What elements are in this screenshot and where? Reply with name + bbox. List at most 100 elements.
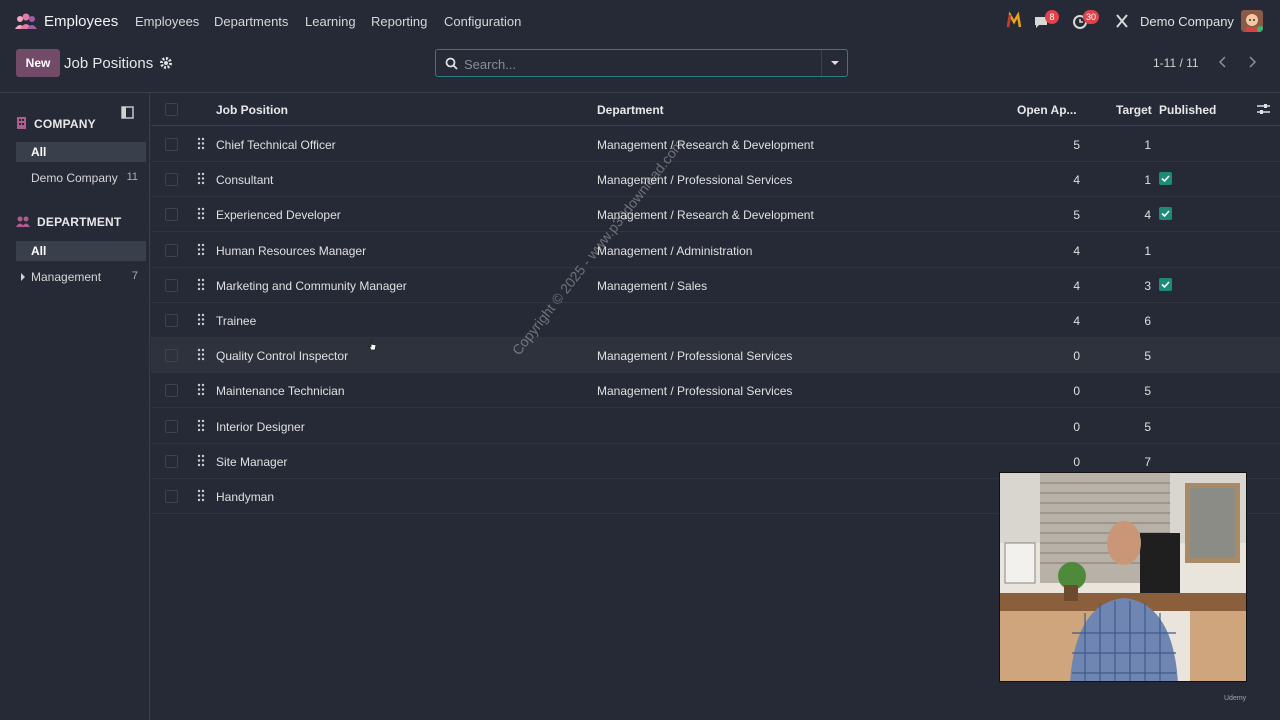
pager-value[interactable]: 1-11 / 11 (1153, 56, 1199, 70)
table-row[interactable]: Human Resources Manager Management / Admi… (151, 233, 1280, 268)
instructor-video-overlay (999, 472, 1247, 682)
table-row[interactable]: Marketing and Community Manager Managemen… (151, 268, 1280, 303)
cell-target: 5 (1144, 419, 1151, 434)
drag-handle-icon[interactable] (197, 489, 205, 502)
company-heading: COMPANY (34, 117, 96, 131)
drag-handle-icon[interactable] (197, 313, 205, 326)
search-input[interactable] (464, 55, 814, 73)
filter-count: 7 (131, 270, 138, 282)
cell-target: 5 (1144, 384, 1151, 399)
menu-employees[interactable]: Employees (135, 14, 199, 29)
row-checkbox[interactable] (165, 384, 178, 398)
odoo-m-icon[interactable] (1006, 11, 1022, 31)
top-navbar: Employees Employees Departments Learning… (0, 0, 1280, 42)
row-checkbox[interactable] (165, 314, 178, 327)
table-row[interactable]: Experienced Developer Management / Resear… (151, 197, 1280, 233)
menu-departments[interactable]: Departments (214, 14, 288, 29)
row-checkbox[interactable] (165, 490, 178, 503)
cell-target: 6 (1144, 314, 1151, 328)
col-target[interactable]: Target (1116, 103, 1152, 117)
cell-job-position: Interior Designer (216, 419, 305, 434)
company-filter-demo-company[interactable]: Demo Company 11 (16, 168, 146, 188)
table-row[interactable]: Interior Designer 0 5 (151, 409, 1280, 444)
drag-handle-icon[interactable] (197, 278, 205, 291)
menu-configuration[interactable]: Configuration (444, 14, 521, 29)
app-name[interactable]: Employees (44, 13, 118, 30)
row-checkbox[interactable] (165, 138, 178, 151)
col-open-applications[interactable]: Open Ap... (1017, 103, 1077, 117)
caret-down-icon (831, 61, 839, 65)
cell-open-applications: 5 (1073, 208, 1080, 223)
cell-department: Management / Sales (597, 278, 708, 293)
table-row[interactable]: Consultant Management / Professional Serv… (151, 162, 1280, 198)
col-job-position[interactable]: Job Position (216, 103, 288, 117)
cell-open-applications: 4 (1073, 314, 1080, 328)
new-button[interactable]: New (16, 49, 60, 77)
published-check-icon[interactable] (1159, 172, 1172, 186)
drag-handle-icon[interactable] (197, 172, 205, 185)
caret-right-icon[interactable] (20, 273, 26, 281)
activity-badge: 30 (1083, 10, 1100, 24)
row-checkbox[interactable] (165, 173, 178, 187)
drag-handle-icon[interactable] (197, 243, 205, 256)
cell-open-applications: 5 (1073, 138, 1080, 152)
table-row[interactable]: Trainee 4 6 (151, 303, 1280, 338)
chevron-right-icon[interactable] (1244, 54, 1260, 70)
cell-open-applications: 4 (1073, 243, 1080, 258)
instructor-video-frame (1000, 473, 1246, 681)
table-row[interactable]: Maintenance Technician Management / Profe… (151, 373, 1280, 409)
search-icon (445, 57, 458, 70)
cell-open-applications: 4 (1073, 278, 1080, 293)
user-avatar[interactable] (1241, 10, 1263, 32)
cell-job-position: Quality Control Inspector (216, 349, 349, 364)
row-checkbox[interactable] (165, 349, 178, 363)
select-all-checkbox[interactable] (165, 103, 178, 116)
row-checkbox[interactable] (165, 208, 178, 222)
table-row[interactable]: Quality Control Inspector Management / Pr… (151, 338, 1280, 374)
drag-handle-icon[interactable] (197, 383, 205, 396)
row-checkbox[interactable] (165, 419, 178, 433)
filter-label: Demo Company (31, 171, 118, 185)
search-options-toggle[interactable] (821, 50, 847, 76)
department-filter-all[interactable]: All (16, 241, 146, 261)
row-checkbox[interactable] (165, 454, 178, 468)
drag-handle-icon[interactable] (197, 137, 205, 150)
building-icon (17, 117, 26, 129)
collapse-panel-icon[interactable] (121, 106, 134, 119)
col-published[interactable]: Published (1159, 103, 1216, 117)
mouse-cursor-icon (368, 339, 377, 351)
table-header: Job Position Department Open Ap... Targe… (151, 93, 1280, 126)
company-switcher[interactable]: Demo Company (1140, 14, 1234, 29)
cell-job-position: Chief Technical Officer (216, 138, 336, 152)
row-checkbox[interactable] (165, 278, 178, 292)
row-checkbox[interactable] (165, 243, 178, 257)
department-filter-management[interactable]: Management 7 (16, 267, 146, 287)
cell-target: 4 (1144, 208, 1151, 223)
drag-handle-icon[interactable] (197, 348, 205, 361)
employees-app-icon[interactable] (14, 12, 38, 30)
tools-icon[interactable] (1114, 11, 1130, 31)
menu-reporting[interactable]: Reporting (371, 14, 427, 29)
drag-handle-icon[interactable] (197, 207, 205, 220)
published-check-icon[interactable] (1159, 207, 1172, 221)
drag-handle-icon[interactable] (197, 454, 205, 467)
chevron-left-icon[interactable] (1215, 54, 1231, 70)
drag-handle-icon[interactable] (197, 419, 205, 432)
menu-learning[interactable]: Learning (305, 14, 356, 29)
col-department[interactable]: Department (597, 103, 664, 117)
cell-open-applications: 4 (1073, 173, 1080, 188)
optional-columns-icon[interactable] (1257, 103, 1270, 116)
search-bar[interactable] (435, 49, 848, 77)
filter-label: All (31, 145, 47, 159)
filter-count: 11 (126, 171, 138, 183)
table-row[interactable]: Chief Technical Officer Management / Rese… (151, 127, 1280, 162)
cell-department: Management / Research & Development (597, 138, 814, 152)
cell-job-position: Site Manager (216, 454, 288, 469)
cell-job-position: Handyman (216, 490, 275, 504)
gear-icon[interactable] (159, 56, 173, 70)
cell-job-position: Trainee (216, 314, 257, 328)
company-filter-all[interactable]: All (16, 142, 146, 162)
udemy-logo: Udemy (1224, 695, 1247, 702)
cell-target: 1 (1144, 173, 1151, 188)
published-check-icon[interactable] (1159, 277, 1172, 291)
